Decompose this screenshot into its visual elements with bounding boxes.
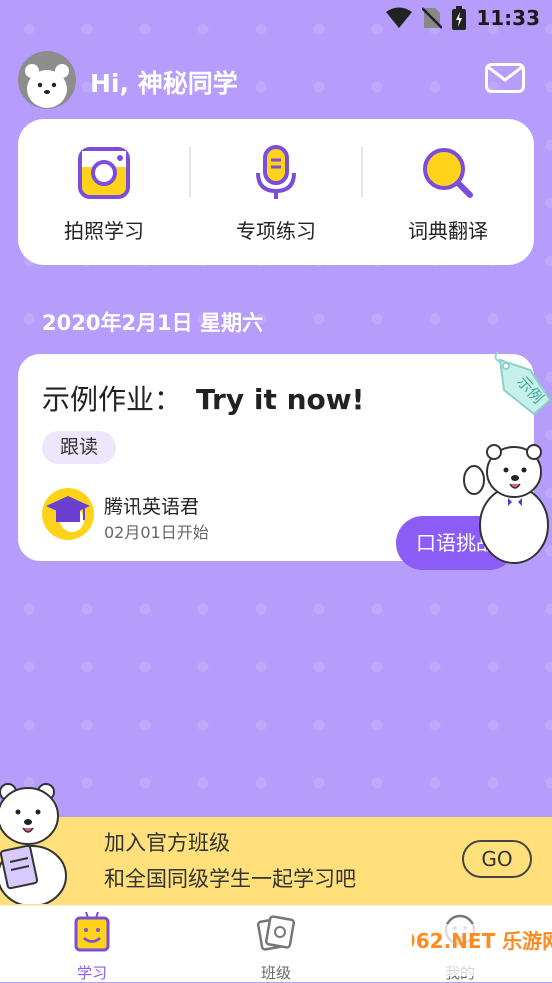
tool-dictionary[interactable]: 词典翻译 xyxy=(362,119,534,265)
polar-bear-clipboard-illustration xyxy=(0,783,67,904)
homework-title-en: Try it now! xyxy=(196,383,365,416)
date-heading: 2020年2月1日 星期六 xyxy=(42,311,263,335)
banner-title: 加入官方班级 xyxy=(104,831,230,855)
battery-icon xyxy=(452,6,467,30)
polar-bear-icon xyxy=(25,64,69,108)
magnifier-icon xyxy=(423,148,473,198)
author-name: 腾讯英语君 xyxy=(104,496,200,518)
tool-label: 词典翻译 xyxy=(408,219,488,243)
homework-card[interactable]: 示例作业： Try it now! 跟读 腾讯英语君 02月01日开始 口语挑战 xyxy=(18,354,534,570)
tool-special-practice[interactable]: 专项练习 xyxy=(190,119,362,265)
no-sim-icon xyxy=(422,7,443,29)
tool-label: 拍照学习 xyxy=(64,219,144,243)
start-date: 02月01日开始 xyxy=(104,523,209,542)
status-time: 11:33 xyxy=(476,6,540,30)
study-icon xyxy=(74,912,110,952)
camera-icon xyxy=(78,147,130,199)
avatar[interactable] xyxy=(18,51,76,109)
microphone-icon xyxy=(256,145,296,199)
status-bar: 11:33 xyxy=(0,0,552,38)
nav-label: 学习 xyxy=(76,964,107,982)
example-tag: 示例 xyxy=(494,351,552,416)
class-icon xyxy=(256,915,296,951)
polar-bear-illustration xyxy=(463,444,549,564)
tool-label: 专项练习 xyxy=(236,219,316,243)
homework-title: 示例作业： Try it now! xyxy=(42,378,364,418)
nav-tab-class[interactable]: 班级 xyxy=(184,906,368,982)
banner-subtitle: 和全国同级学生一起学习吧 xyxy=(104,867,356,891)
homework-title-prefix: 示例作业： xyxy=(42,383,183,416)
greeting-text: Hi, 神秘同学 xyxy=(90,69,238,98)
graduation-cap-icon xyxy=(46,496,90,532)
site-watermark: 962.NET 乐游网 xyxy=(412,924,552,976)
tools-card: 拍照学习 专项练习 词典翻译 xyxy=(18,119,534,265)
homework-type-chip: 跟读 xyxy=(42,431,116,464)
nav-label: 班级 xyxy=(260,964,291,982)
nav-tab-study[interactable]: 学习 xyxy=(0,906,184,982)
go-button[interactable]: GO xyxy=(462,840,532,878)
wifi-icon xyxy=(386,7,413,28)
watermark-text: 962.NET 乐游网 xyxy=(412,929,552,953)
tool-photo-study[interactable]: 拍照学习 xyxy=(18,119,190,265)
author-avatar xyxy=(42,488,94,540)
mail-icon[interactable] xyxy=(485,63,525,93)
